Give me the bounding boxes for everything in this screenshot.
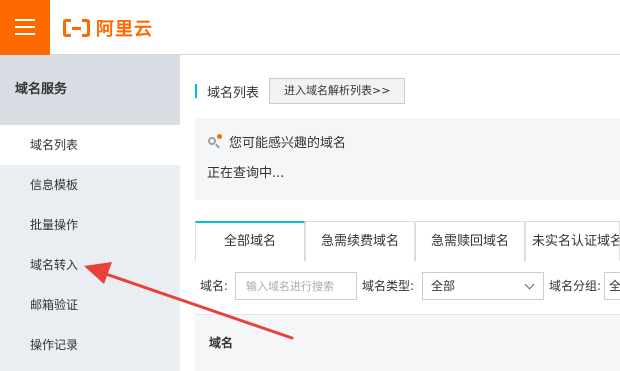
search-icon — [207, 133, 225, 150]
suggested-domains-title: 您可能感兴趣的域名 — [229, 136, 347, 151]
domain-search-input[interactable] — [235, 272, 357, 300]
top-bar: 阿里云 — [0, 0, 620, 55]
chevron-down-icon — [524, 279, 535, 290]
tab-renewal-needed[interactable]: 急需续费域名 — [305, 221, 415, 261]
page-title: 域名列表 — [207, 85, 260, 101]
sidebar-item-email-verification[interactable]: 邮箱验证 — [0, 285, 180, 325]
sidebar-item-domain-transfer-in[interactable]: 域名转入 — [0, 245, 180, 285]
aliyun-logo-icon — [63, 19, 90, 37]
page-header: 域名列表 进入域名解析列表>> — [195, 78, 406, 104]
title-accent-bar — [195, 84, 197, 98]
hamburger-menu-button[interactable] — [0, 0, 50, 55]
domain-type-label: 域名类型: — [362, 279, 415, 293]
domain-table-header: 域名 — [195, 314, 620, 371]
suggested-domains-panel: 您可能感兴趣的域名 正在查询中... — [195, 118, 620, 200]
domain-group-select[interactable]: 全 — [604, 272, 620, 300]
column-header-domain: 域名 — [209, 336, 234, 350]
sidebar-item-domain-list[interactable]: 域名列表 — [0, 125, 180, 165]
domain-group-value: 全 — [609, 279, 620, 293]
domain-type-value: 全部 — [431, 279, 456, 293]
sidebar-title: 域名服务 — [0, 55, 180, 125]
domain-group-label: 域名分组: — [549, 279, 602, 293]
sidebar-item-operation-log[interactable]: 操作记录 — [0, 325, 180, 365]
sidebar-item-info-template[interactable]: 信息模板 — [0, 165, 180, 205]
domain-type-select[interactable]: 全部 — [422, 272, 544, 300]
sidebar-item-batch-operation[interactable]: 批量操作 — [0, 205, 180, 245]
tab-all-domains[interactable]: 全部域名 — [195, 221, 305, 261]
domain-filter-label: 域名: — [200, 279, 229, 293]
logo-text: 阿里云 — [96, 19, 153, 40]
suggested-domains-header: 您可能感兴趣的域名 — [207, 132, 346, 151]
hamburger-icon — [15, 19, 35, 21]
tab-unverified-domains[interactable]: 未实名认证域名 — [525, 221, 620, 261]
domain-tabs: 全部域名 急需续费域名 急需赎回域名 未实名认证域名 — [195, 221, 620, 261]
aliyun-logo[interactable]: 阿里云 — [63, 16, 153, 40]
sidebar: 域名服务 域名列表 信息模板 批量操作 域名转入 邮箱验证 操作记录 — [0, 55, 180, 371]
filter-row: 域名: 域名类型: 全部 域名分组: 全 — [195, 272, 620, 300]
suggested-domains-status: 正在查询中... — [207, 166, 285, 181]
tab-redemption-needed[interactable]: 急需赎回域名 — [415, 221, 525, 261]
dns-list-button[interactable]: 进入域名解析列表>> — [269, 78, 406, 104]
